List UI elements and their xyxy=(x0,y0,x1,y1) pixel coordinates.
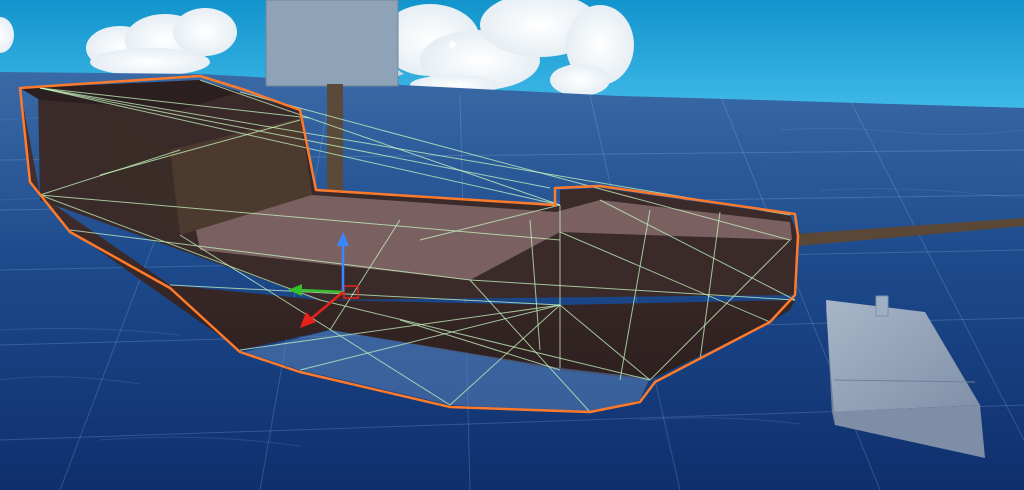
scene-canvas[interactable] xyxy=(0,0,1024,490)
sail xyxy=(265,0,404,87)
scene-viewport[interactable] xyxy=(0,0,1024,490)
